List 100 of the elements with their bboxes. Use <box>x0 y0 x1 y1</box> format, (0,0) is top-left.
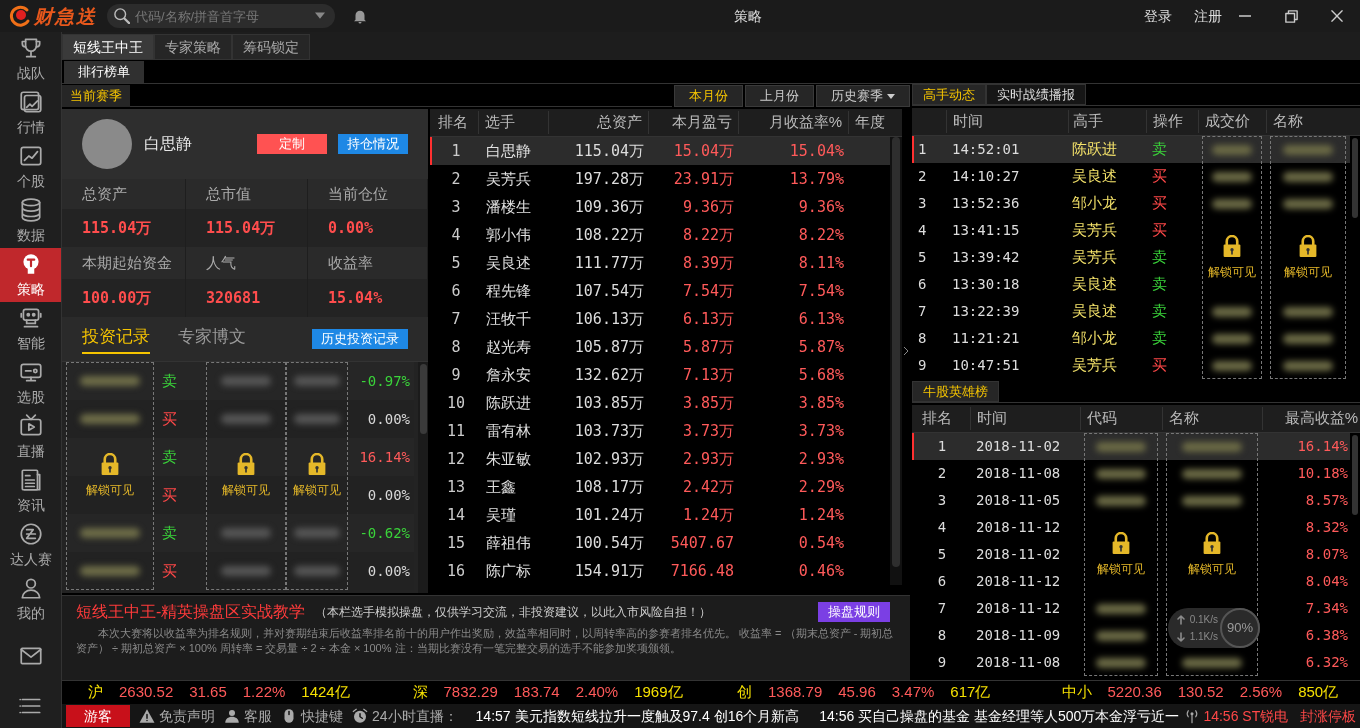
period-tab[interactable]: 上月份 <box>745 85 814 107</box>
column-header[interactable]: 成交价 <box>1198 110 1266 133</box>
sidebar-item[interactable]: 我的 <box>0 572 61 626</box>
table-row[interactable]: 3 潘楼生 109.36万 9.36万 9.36% <box>430 193 890 221</box>
guest-button[interactable]: 游客 <box>66 705 130 727</box>
stat-label: 本期起始资金 <box>62 247 186 279</box>
alert-text[interactable]: 14:56 ST锐电 <box>1203 705 1289 727</box>
status-link[interactable]: 客服 <box>223 705 272 727</box>
sidebar-item[interactable]: 策略 <box>0 248 61 302</box>
column-header[interactable]: 月收益率% <box>738 111 848 134</box>
account-link[interactable]: 登录 <box>1144 5 1172 27</box>
table-row[interactable]: 14 吴瑾 101.24万 1.24万 1.24% <box>430 501 890 529</box>
table-row[interactable]: 8 赵光寿 105.87万 5.87万 5.87% <box>430 333 890 361</box>
table-row[interactable]: 11 雷有林 103.73万 3.73万 3.73% <box>430 417 890 445</box>
status-link[interactable]: 24小时直播： <box>351 705 458 727</box>
period-tab[interactable]: 历史赛季 <box>816 85 910 107</box>
tab[interactable]: 专家策略 <box>154 34 232 60</box>
table-cell-text: 0.54% <box>797 532 845 554</box>
table-cell-text: 154.91万 <box>573 560 645 582</box>
table-cell-text: 吴良述 <box>1071 274 1118 295</box>
status-link[interactable]: 快捷键 <box>280 705 343 727</box>
period-tab[interactable]: 本月份 <box>674 85 743 107</box>
action-button[interactable]: 持仓情况 <box>338 134 408 154</box>
sidebar-item[interactable]: 选股 <box>0 356 61 410</box>
tab[interactable]: 投资记录 <box>82 324 150 354</box>
table-cell-text: 吴良述 <box>1071 166 1118 187</box>
row-number: 8 <box>917 329 928 348</box>
table-row[interactable]: 6 程先锋 107.54万 7.54万 7.54% <box>430 277 890 305</box>
column-header[interactable]: 高手 <box>1068 110 1146 133</box>
table-row[interactable]: 12 朱亚敏 102.93万 2.93万 2.93% <box>430 445 890 473</box>
column-header[interactable]: 时间 <box>946 110 1068 133</box>
account-link[interactable]: 注册 <box>1194 5 1222 27</box>
blurred-placeholder <box>80 566 140 576</box>
table-cell-text: 2018-11-12 <box>975 518 1062 537</box>
column-header[interactable]: 选手 <box>478 111 548 134</box>
table-cell: 陈跃进 <box>1068 136 1146 163</box>
column-header[interactable]: 名称 <box>1266 110 1360 133</box>
table-cell-text: 107.54万 <box>573 280 645 302</box>
table-row[interactable]: 9 詹永安 132.62万 7.13万 5.68% <box>430 361 890 389</box>
table-row[interactable]: 15 薛祖伟 100.54万 5407.67 0.54% <box>430 529 890 557</box>
column-header[interactable]: 操作 <box>1146 110 1198 133</box>
sidebar-item[interactable]: 达人赛 <box>0 518 61 572</box>
history-button[interactable]: 历史投资记录 <box>312 329 408 349</box>
tab[interactable]: 短线王中王 <box>62 34 154 60</box>
index-price: 5220.36 <box>1107 682 1162 703</box>
column-header[interactable]: 代码 <box>1080 407 1162 430</box>
table-row[interactable]: 10 陈跃进 103.85万 3.85万 3.85% <box>430 389 890 417</box>
table-cell-text: 106.13万 <box>573 308 645 330</box>
news-headline[interactable]: 14:56 买自己操盘的基金 基金经理等人500万本金浮亏近一 <box>819 705 1180 727</box>
sidebar-item[interactable]: 智能 <box>0 302 61 356</box>
table-row[interactable]: 13 王鑫 108.17万 2.42万 2.29% <box>430 473 890 501</box>
column-header[interactable]: 时间 <box>970 407 1080 430</box>
tab[interactable]: 筹码锁定 <box>232 34 310 60</box>
table-row[interactable]: 1 白思静 115.04万 15.04万 15.04% <box>430 137 890 165</box>
lock-icon <box>1222 234 1242 257</box>
section-tab[interactable]: 牛股英雄榜 <box>912 381 999 402</box>
table-cell-text: 4 <box>450 224 462 246</box>
table-row[interactable]: 7 汪牧千 106.13万 6.13万 6.13% <box>430 305 890 333</box>
sidebar-item[interactable]: 直播 <box>0 410 61 464</box>
index-name: 创 <box>737 682 752 703</box>
column-header[interactable]: 名称 <box>1162 407 1262 430</box>
scrollbar-thumb[interactable] <box>892 137 900 567</box>
column-header[interactable]: 年度 <box>848 111 902 134</box>
column-header[interactable]: 总资产 <box>548 111 648 134</box>
tab[interactable]: 排行榜单 <box>64 61 144 83</box>
table-cell-text: 108.17万 <box>573 476 645 498</box>
search-field[interactable]: 代码/名称/拼音首字母 <box>107 4 335 28</box>
tab[interactable]: 专家博文 <box>178 324 246 354</box>
table-cell-text: 白思静 <box>485 140 532 161</box>
column-header[interactable]: 本月盈亏 <box>648 111 738 134</box>
sidebar-item[interactable]: 资讯 <box>0 464 61 518</box>
blurred-placeholder <box>1096 630 1146 641</box>
sidebar-item[interactable]: 行情 <box>0 86 61 140</box>
sidebar-item[interactable]: 战队 <box>0 32 61 86</box>
scrollbar-thumb[interactable] <box>1352 435 1358 515</box>
table-cell-text: 郭小伟 <box>485 224 532 245</box>
table-cell-text: 197.28万 <box>573 168 645 190</box>
table-cell-text: 3.73% <box>797 420 845 442</box>
index-price: 2630.52 <box>119 682 174 703</box>
scrollbar-thumb[interactable] <box>1352 138 1358 218</box>
table-cell-text: 薛祖伟 <box>485 532 532 553</box>
scrollbar-thumb[interactable] <box>419 364 427 434</box>
sidebar-item[interactable]: 个股 <box>0 140 61 194</box>
tab[interactable]: 实时战绩播报 <box>986 84 1086 105</box>
table-row[interactable]: 4 郭小伟 108.22万 8.22万 8.22% <box>430 221 890 249</box>
splitter-chevron-icon[interactable] <box>903 346 909 356</box>
table-row[interactable]: 5 吴良述 111.77万 8.39万 8.11% <box>430 249 890 277</box>
tab[interactable]: 高手动态 <box>912 84 986 105</box>
blurred-placeholder <box>1182 441 1242 452</box>
column-header[interactable]: 排名 <box>912 407 970 430</box>
sidebar-item[interactable]: 数据 <box>0 194 61 248</box>
rules-button[interactable]: 操盘规则 <box>818 602 890 622</box>
table-row[interactable]: 2 吴芳兵 197.28万 23.91万 13.79% <box>430 165 890 193</box>
table-row[interactable]: 16 陈广标 154.91万 7166.48 0.46% <box>430 557 890 585</box>
status-link[interactable]: 免责声明 <box>138 705 215 727</box>
column-header[interactable]: 排名 <box>430 111 478 134</box>
column-header[interactable]: 最高收益% <box>1262 407 1360 430</box>
news-headline[interactable]: 14:57 美元指数短线拉升一度触及97.4 创16个月新高 <box>475 705 800 727</box>
table-cell-text: 2.29% <box>797 476 845 498</box>
blurred-placeholder <box>80 528 140 538</box>
